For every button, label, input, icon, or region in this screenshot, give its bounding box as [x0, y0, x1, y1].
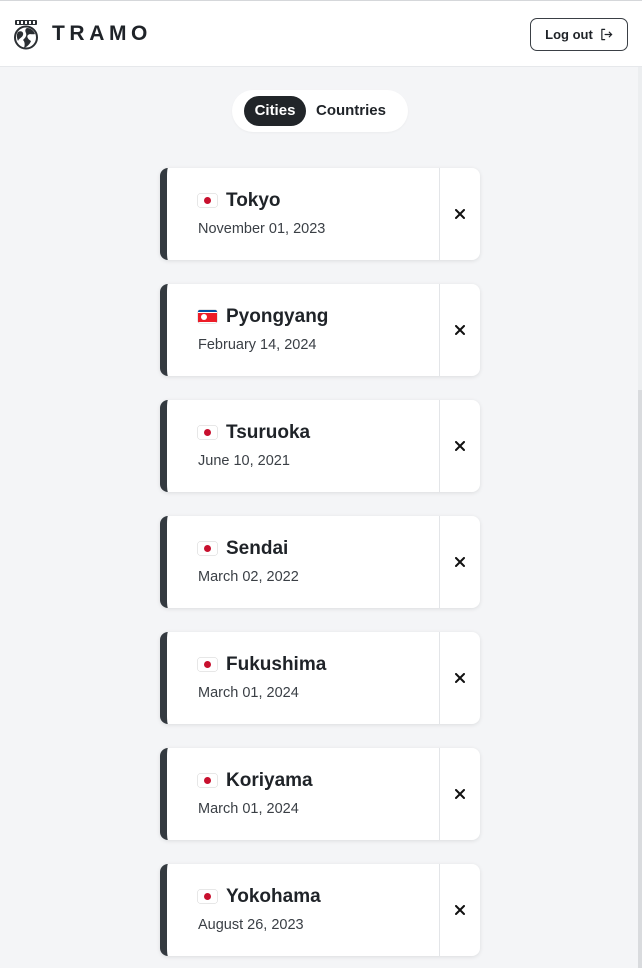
- city-name: Pyongyang: [226, 306, 329, 327]
- logout-icon: [601, 28, 613, 41]
- visit-date: March 02, 2022: [198, 569, 299, 585]
- city-card[interactable]: Tokyo November 01, 2023: [160, 168, 480, 260]
- city-card-content: Fukushima March 01, 2024: [198, 632, 438, 724]
- visit-date: November 01, 2023: [198, 221, 326, 237]
- globe-logo-icon[interactable]: [12, 19, 40, 50]
- japan-flag-icon: [198, 658, 217, 671]
- city-name: Yokohama: [226, 886, 321, 907]
- brand-name[interactable]: TRAMO: [52, 22, 152, 46]
- remove-city-button[interactable]: [440, 516, 480, 608]
- close-icon: [455, 905, 465, 915]
- city-name: Tsuruoka: [226, 422, 311, 443]
- visit-date: March 01, 2024: [198, 685, 299, 701]
- close-icon: [455, 673, 465, 683]
- city-card-content: Pyongyang February 14, 2024: [198, 284, 438, 376]
- remove-city-button[interactable]: [440, 864, 480, 956]
- city-name: Fukushima: [226, 654, 327, 675]
- close-icon: [455, 325, 465, 335]
- japan-flag-icon: [198, 542, 217, 555]
- visit-date: March 01, 2024: [198, 801, 299, 817]
- city-card-content: Tsuruoka June 10, 2021: [198, 400, 438, 492]
- japan-flag-icon: [198, 890, 217, 903]
- visit-date: June 10, 2021: [198, 453, 290, 469]
- city-card-content: Tokyo November 01, 2023: [198, 168, 438, 260]
- city-name: Koriyama: [226, 770, 313, 791]
- city-card[interactable]: Koriyama March 01, 2024: [160, 748, 480, 840]
- remove-city-button[interactable]: [440, 632, 480, 724]
- tab-countries[interactable]: Countries: [312, 96, 390, 126]
- view-toggle: Cities Countries: [232, 90, 408, 132]
- city-name: Sendai: [226, 538, 289, 559]
- city-card[interactable]: Yokohama August 26, 2023: [160, 864, 480, 956]
- remove-city-button[interactable]: [440, 284, 480, 376]
- top-navbar: TRAMO Log out: [0, 0, 642, 67]
- close-icon: [455, 209, 465, 219]
- north-korea-flag-icon: [198, 310, 217, 323]
- tab-cities[interactable]: Cities: [244, 96, 306, 126]
- japan-flag-icon: [198, 774, 217, 787]
- close-icon: [455, 789, 465, 799]
- close-icon: [455, 441, 465, 451]
- visit-date: February 14, 2024: [198, 337, 317, 353]
- logout-label: Log out: [545, 27, 593, 42]
- japan-flag-icon: [198, 426, 217, 439]
- city-card[interactable]: Tsuruoka June 10, 2021: [160, 400, 480, 492]
- close-icon: [455, 557, 465, 567]
- city-card[interactable]: Fukushima March 01, 2024: [160, 632, 480, 724]
- city-card[interactable]: Sendai March 02, 2022: [160, 516, 480, 608]
- city-card-content: Yokohama August 26, 2023: [198, 864, 438, 956]
- remove-city-button[interactable]: [440, 168, 480, 260]
- city-card-content: Sendai March 02, 2022: [198, 516, 438, 608]
- city-card-content: Koriyama March 01, 2024: [198, 748, 438, 840]
- city-name: Tokyo: [226, 190, 281, 211]
- japan-flag-icon: [198, 194, 217, 207]
- remove-city-button[interactable]: [440, 748, 480, 840]
- remove-city-button[interactable]: [440, 400, 480, 492]
- visit-date: August 26, 2023: [198, 917, 304, 933]
- scrollbar-thumb[interactable]: [638, 390, 642, 968]
- logout-button[interactable]: Log out: [530, 18, 628, 51]
- city-card[interactable]: Pyongyang February 14, 2024: [160, 284, 480, 376]
